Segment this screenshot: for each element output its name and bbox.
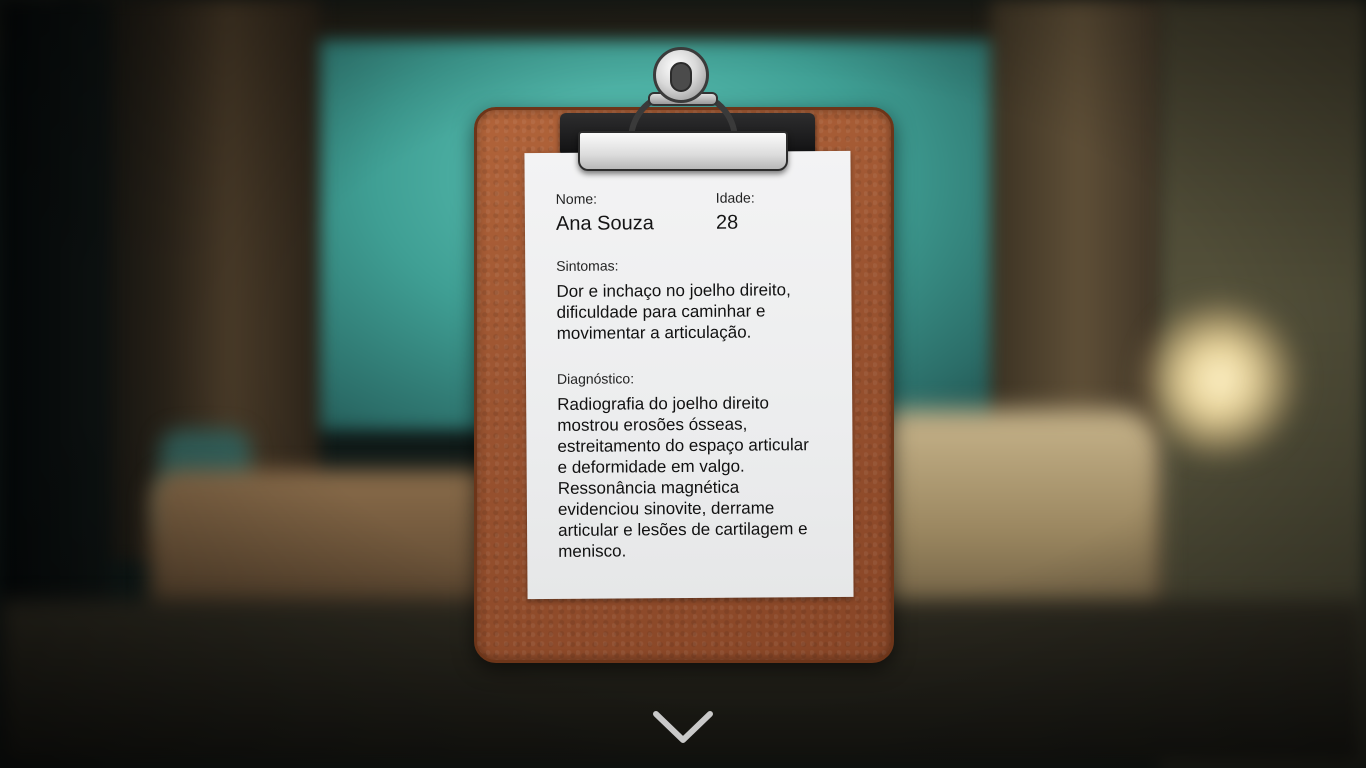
chevron-down-icon bbox=[653, 711, 713, 743]
name-label: Nome: bbox=[555, 190, 598, 207]
symptoms-text: Dor e inchaço no joelho direito, dificul… bbox=[556, 280, 791, 343]
patient-record-sheet: Nome: Ana Souza Idade: 28 Sintomas: Dor … bbox=[524, 150, 854, 600]
age-label: Idade: bbox=[715, 189, 755, 206]
patient-age: 28 bbox=[715, 211, 739, 234]
symptoms-label: Sintomas: bbox=[556, 257, 619, 274]
clip-bar bbox=[578, 131, 788, 171]
next-button[interactable] bbox=[652, 708, 714, 748]
clip-ring-hole bbox=[670, 62, 692, 92]
diagnosis-text: Radiografia do joelho direito mostrou er… bbox=[557, 393, 809, 561]
diagnosis-label: Diagnóstico: bbox=[556, 370, 635, 387]
patient-name: Ana Souza bbox=[555, 212, 654, 235]
game-scene: Nome: Ana Souza Idade: 28 Sintomas: Dor … bbox=[0, 0, 1366, 768]
